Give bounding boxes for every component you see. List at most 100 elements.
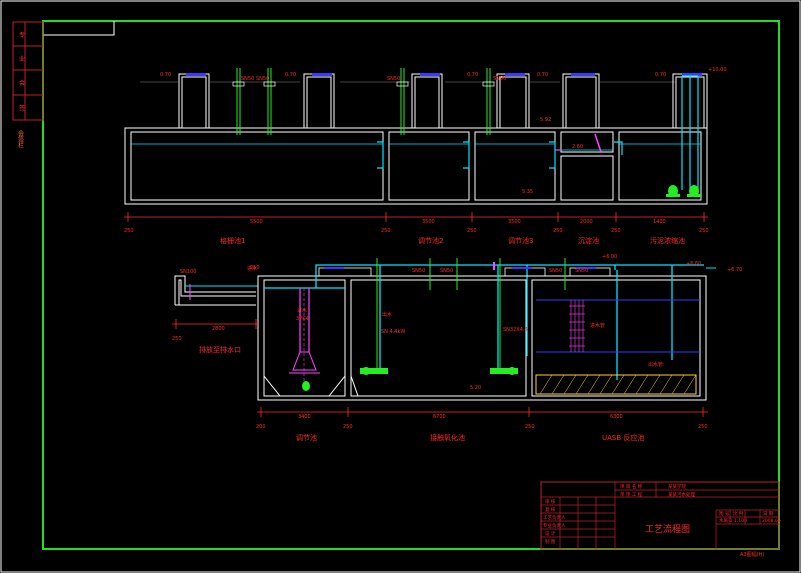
right-value-3: 2008.06	[762, 518, 781, 524]
small-dim-top-1: 250	[124, 228, 134, 234]
level-bottom-1: +6.00	[602, 254, 617, 260]
small-dim-top-3: 250	[467, 228, 477, 234]
dimension-line-top	[124, 212, 708, 222]
tank-label-bottom-2: 接触氧化池	[430, 433, 465, 442]
right-value-2: 1:100	[734, 518, 747, 524]
project-row-1: 项 目 名 称	[620, 483, 643, 490]
tank-label-bottom-1: 调节池	[296, 433, 317, 442]
valve-tees-top	[232, 81, 495, 87]
level-bottom-3: +6.70	[727, 267, 742, 273]
level-bottom-2: +6.60	[686, 261, 701, 267]
inlet-note: 排放至排水口	[199, 345, 241, 354]
level-labels-top: 0.70 0.70 0.70 0.70 0.70 +10.00 5.92 2.6…	[160, 67, 727, 195]
annotation-4: SN 4.4kW	[381, 329, 405, 335]
right-row-3: 日 期	[763, 511, 774, 517]
small-dim-top-4: 250	[553, 228, 563, 234]
drawing-title: 工艺流程图	[645, 523, 690, 535]
inner-level-3: 5.35	[522, 189, 533, 195]
dim-top-5: 1400	[653, 219, 666, 225]
left-row-1: 审 核	[545, 498, 556, 505]
dim-top-4: 2000	[580, 219, 593, 225]
annotation-7: 出水管	[648, 361, 663, 368]
strip-cell-3: 会	[19, 79, 25, 87]
bottom-section: SN100 进水 +6.00 +6.60 +6.70 5.20 SN50 SN5…	[172, 254, 742, 442]
side-signature-strip: 专 业 会 签 会签栏	[12, 21, 44, 149]
tank-label-top-5: 污泥浓缩池	[650, 236, 685, 245]
dimension-labels-bottom: 3400 6700 6300 200 250 250 250	[256, 414, 708, 430]
level-top-4: 0.70	[537, 72, 548, 78]
right-row-1: 图 号	[719, 511, 730, 517]
annotation-3: 出水	[382, 311, 392, 318]
tank-label-top-3: 调节池3	[508, 236, 533, 245]
strip-cell-4: 签	[19, 104, 25, 112]
central-settler	[289, 288, 320, 385]
tank-walls-top	[124, 127, 708, 205]
level-top-3: 0.70	[467, 72, 478, 78]
packing-media	[569, 300, 585, 352]
small-dim-bottom-2: 250	[343, 424, 353, 430]
shafts-bottom	[318, 267, 611, 277]
tank-walls-bottom	[257, 275, 707, 401]
inlet-small-dim-top: 250	[250, 265, 260, 271]
project-row-2: 单 项 工 程	[620, 491, 643, 498]
filter-media-hatch	[539, 374, 697, 395]
dim-bottom-1: 3400	[298, 414, 311, 420]
valve-bottom-3: SN50	[549, 268, 562, 274]
level-bottom-4: 5.20	[470, 385, 481, 391]
strip-cell-2: 业	[19, 55, 25, 63]
dimension-labels-top: 5500 3500 3500 2000 1400 250 250 250 250…	[124, 219, 709, 234]
process-flow-drawing: 专 业 会 签 会签栏 0.70 0.70 0.70 0.70 0.70 +10…	[0, 0, 801, 573]
left-row-6: 制 图	[545, 538, 556, 545]
annotation-6: 进水管	[590, 322, 605, 329]
inner-level-1: 5.92	[540, 117, 551, 123]
valve-top-3: SN50	[387, 76, 400, 82]
strip-bottom-label: 会签栏	[17, 129, 24, 149]
tank-labels-top: 格栅池1 调节池2 调节池3 沉淀池 污泥浓缩池	[220, 236, 685, 245]
valve-top-1: SN50	[241, 76, 254, 82]
valve-bottom-2: SN50	[440, 268, 453, 274]
tank-label-top-4: 沉淀池	[578, 236, 599, 245]
right-row-2: 比 例	[733, 510, 744, 517]
small-dim-top-2: 250	[381, 228, 391, 234]
corner-tab	[43, 21, 115, 36]
valve-bottom-1: SN50	[412, 268, 425, 274]
level-top-5: 0.70	[655, 72, 666, 78]
inner-level-2: 2.60	[572, 144, 583, 150]
dim-top-3: 3500	[508, 219, 521, 225]
overflow-pipes-top	[377, 75, 699, 190]
inclined-plate	[594, 133, 602, 153]
dim-top-1: 5500	[250, 219, 263, 225]
top-section: 0.70 0.70 0.70 0.70 0.70 +10.00 5.92 2.6…	[124, 67, 727, 245]
small-dim-top-5: 250	[611, 228, 621, 234]
drawing-frame	[42, 20, 780, 550]
project-value-2: 某某污水处理	[668, 491, 695, 498]
tank-label-bottom-3: UASB 反应池	[602, 433, 644, 442]
riser-pipes-bottom	[376, 258, 566, 372]
header-pipes-bottom	[264, 264, 704, 380]
filter-media-bed	[535, 374, 697, 395]
riser-pipes-top	[236, 68, 491, 135]
small-dim-bottom-4: 250	[698, 424, 708, 430]
left-row-3: 工艺负责人	[543, 514, 566, 521]
sheet-footer: A3图幅(H)	[740, 551, 764, 558]
left-row-2: 复 核	[545, 506, 556, 513]
water-lines-top	[131, 143, 701, 151]
annotation-1: 进水	[297, 307, 307, 314]
level-top-6: +10.00	[708, 67, 727, 73]
level-top-1: 0.70	[160, 72, 171, 78]
valve-top-2: SN50	[256, 76, 269, 82]
left-row-5: 设 计	[545, 530, 556, 537]
dim-bottom-2: 6700	[433, 414, 446, 420]
valve-bottom-4: SN50	[575, 268, 588, 274]
annotation-2: 3PK4	[296, 316, 309, 322]
valve-top-4: SN50	[493, 76, 506, 82]
inlet-level: SN100	[180, 269, 196, 275]
inlet-dim: 2800	[212, 326, 225, 332]
pumps-top	[666, 185, 701, 197]
small-dim-bottom-3: 250	[525, 424, 535, 430]
tank-label-top-2: 调节池2	[418, 236, 443, 245]
inlet-small-dim: 250	[172, 336, 182, 342]
level-top-2: 0.70	[285, 72, 296, 78]
dimension-line-bottom	[257, 407, 708, 417]
tank-label-top-1: 格栅池1	[220, 236, 245, 245]
